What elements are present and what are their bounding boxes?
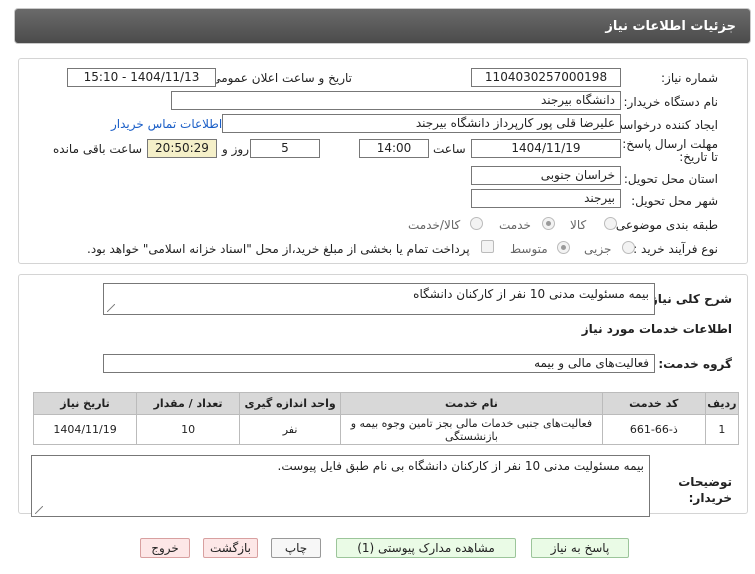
resize-handle-icon[interactable] [107,304,115,312]
service-group-label: گروه خدمت: [658,357,732,371]
summary-text: بیمه مسئولیت مدنی 10 نفر از کارکنان دانش… [413,287,649,301]
reply-button[interactable]: پاسخ به نیاز [531,538,629,558]
resize-handle-icon[interactable] [35,506,43,514]
table-row: 1 ذ-66-661 فعالیت‌های جنبی خدمات مالی بج… [32,414,740,445]
remaining-time-field: 20:50:29 [147,139,217,158]
process-label: نوع فرآیند خرید : [633,242,718,256]
need-number-label: شماره نیاز: [661,71,718,85]
process-option-medium: متوسط [510,242,548,256]
process-option-minor: جزیی [584,242,612,256]
category-option-service: خدمت [499,218,531,232]
deadline-time-field: 14:00 [359,139,429,158]
page-title: جزئیات اطلاعات نیاز [605,19,736,34]
buyer-contact-link[interactable]: اطلاعات تماس خریدار [111,117,222,131]
treasury-payment-note: پرداخت تمام یا بخشی از مبلغ خرید،از محل … [87,242,470,256]
cell-row-number: 1 [704,414,740,445]
col-header-service-code: کد خدمت [601,392,706,415]
col-header-unit: واحد اندازه گیری [239,392,342,415]
buyer-org-label: نام دستگاه خریدار: [623,95,719,109]
province-field: خراسان جنوبی [471,166,621,185]
cell-unit: نفر [239,414,342,445]
city-label: شهر محل تحویل: [631,194,718,208]
page-header: جزئیات اطلاعات نیاز [14,8,751,44]
summary-textarea[interactable]: بیمه مسئولیت مدنی 10 نفر از کارکنان دانش… [103,283,655,315]
need-number-field: 1104030257000198 [471,68,621,87]
col-header-quantity: تعداد / مقدار [136,392,241,415]
col-header-need-date: تاریخ نیاز [32,392,138,415]
summary-label: شرح کلی نیاز: [646,292,732,306]
creator-label: ایجاد کننده درخواست: [607,118,718,132]
table-header-row: ردیف کد خدمت نام خدمت واحد اندازه گیری ت… [32,392,740,415]
view-attachments-button[interactable]: مشاهده مدارک پیوستی (1) [336,538,516,558]
buyer-notes-textarea[interactable]: بیمه مسئولیت مدنی 10 نفر از کارکنان دانش… [31,455,650,517]
province-label: استان محل تحویل: [623,172,718,186]
days-label: روز و [222,142,249,156]
deadline-date-field: 1404/11/19 [471,139,621,158]
category-option-goods: کالا [570,218,587,232]
col-header-row-number: ردیف [704,392,740,415]
category-label: طبقه بندی موضوعی: [611,218,718,232]
treasury-payment-checkbox[interactable] [481,240,494,253]
category-radio-goods[interactable] [604,217,617,230]
remaining-label: ساعت باقی مانده [53,142,143,156]
announce-datetime-field: 1404/11/13 - 15:10 [67,68,216,87]
announce-datetime-label: تاریخ و ساعت اعلان عمومی: [207,71,352,85]
category-radio-both[interactable] [470,217,483,230]
cell-need-date: 1404/11/19 [32,414,138,445]
buyer-org-field: دانشگاه بیرجند [171,91,621,110]
cell-service-name: فعالیت‌های جنبی خدمات مالی بجز تامین وجو… [340,414,603,445]
cell-quantity: 10 [136,414,241,445]
service-group-field: فعالیت‌های مالی و بیمه [103,354,655,373]
services-heading: اطلاعات خدمات مورد نیاز [581,322,732,336]
city-field: بیرجند [471,189,621,208]
creator-field: علیرضا قلی پور کارپرداز دانشگاه بیرجند [222,114,621,133]
deadline-label: مهلت ارسال پاسخ: تا تاریخ: [622,137,718,164]
services-table: ردیف کد خدمت نام خدمت واحد اندازه گیری ت… [32,392,740,445]
exit-button[interactable]: خروج [140,538,190,558]
category-radio-service[interactable] [542,217,555,230]
print-button[interactable]: چاپ [271,538,321,558]
col-header-service-name: نام خدمت [340,392,603,415]
process-radio-minor[interactable] [622,241,635,254]
days-field: 5 [250,139,320,158]
back-button[interactable]: بازگشت [203,538,258,558]
deadline-time-label: ساعت [433,142,466,156]
category-option-both: کالا/خدمت [408,218,461,232]
process-radio-medium[interactable] [557,241,570,254]
cell-service-code: ذ-66-661 [601,414,706,445]
buyer-notes-text: بیمه مسئولیت مدنی 10 نفر از کارکنان دانش… [277,459,644,473]
buyer-notes-label: توضیحات خریدار: [678,475,732,505]
